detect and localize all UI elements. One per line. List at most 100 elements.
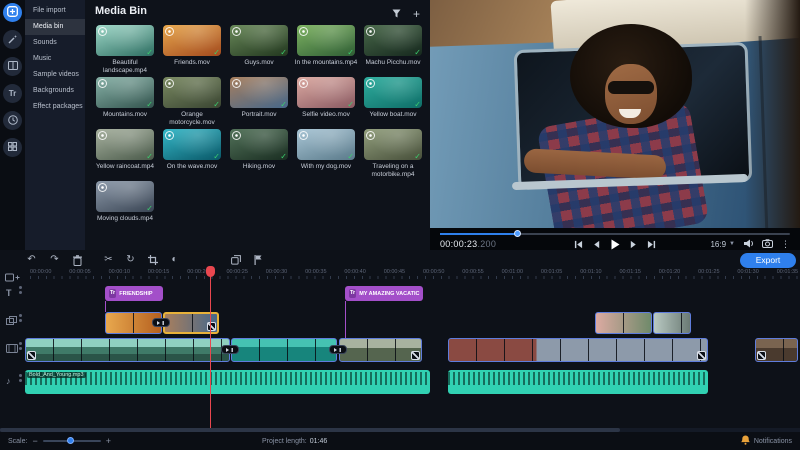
add-media-button[interactable]: +	[413, 8, 420, 20]
media-item[interactable]: ✓Yellow boat.mov	[361, 77, 425, 129]
media-thumbnail[interactable]: ✓	[230, 77, 288, 108]
no-transition-icon[interactable]	[27, 351, 36, 360]
scale-slider[interactable]	[43, 440, 101, 442]
color-adjustments-button[interactable]: ◐	[167, 253, 182, 267]
video-clip[interactable]	[231, 338, 337, 362]
seek-bar[interactable]	[440, 231, 790, 238]
scale-slider-knob[interactable]	[67, 437, 74, 444]
category-item-media-bin[interactable]: Media bin	[25, 19, 85, 35]
media-item[interactable]: ✓Beautiful landscape.mp4	[93, 25, 157, 77]
no-transition-icon[interactable]	[757, 351, 766, 360]
media-item[interactable]: ✓In the mountains.mp4	[294, 25, 358, 77]
transition-icon[interactable]	[152, 318, 170, 327]
media-item[interactable]: ✓Guys.mov	[227, 25, 291, 77]
media-item[interactable]: ✓Yellow raincoat.mp4	[93, 129, 157, 181]
media-thumbnail[interactable]: ✓	[96, 25, 154, 56]
more-tools-button[interactable]	[3, 138, 22, 157]
media-item[interactable]: ✓Friends.mov	[160, 25, 224, 77]
media-item[interactable]: ✓Orange motorcycle.mov	[160, 77, 224, 129]
preview-video[interactable]	[430, 0, 800, 228]
frame-back-button[interactable]	[592, 240, 601, 249]
export-button[interactable]: Export	[740, 253, 796, 268]
title-clip[interactable]: Tr MY AMAZING VACATIC	[345, 286, 423, 301]
cut-button[interactable]: ✂	[101, 253, 116, 267]
media-thumbnail[interactable]: ✓	[230, 25, 288, 56]
playhead-handle[interactable]	[206, 266, 215, 277]
skip-end-button[interactable]	[647, 240, 656, 249]
snapshot-button[interactable]	[762, 239, 773, 250]
undo-button[interactable]: ↶	[24, 253, 39, 267]
clock-tool-button[interactable]	[3, 111, 22, 130]
media-thumbnail[interactable]: ✓	[96, 77, 154, 108]
title-clip[interactable]: Tr FRIENDSHIP	[105, 286, 163, 301]
play-button[interactable]	[610, 239, 620, 250]
zoom-in-button[interactable]: +	[106, 436, 111, 446]
more-options-icon[interactable]: ⋮	[781, 239, 790, 250]
overlay-clip[interactable]	[653, 312, 691, 334]
media-thumbnail[interactable]: ✓	[230, 129, 288, 160]
delete-button[interactable]	[70, 253, 85, 267]
frame-forward-button[interactable]	[629, 240, 638, 249]
media-item[interactable]: ✓Portrait.mov	[227, 77, 291, 129]
notifications-button[interactable]: Notifications	[741, 435, 792, 447]
media-item[interactable]: ✓Mountains.mov	[93, 77, 157, 129]
media-thumbnail[interactable]: ✓	[364, 77, 422, 108]
volume-button[interactable]	[743, 239, 754, 250]
media-thumbnail[interactable]: ✓	[297, 129, 355, 160]
redo-button[interactable]: ↷	[47, 253, 62, 267]
media-item[interactable]: ✓Moving clouds.mp4	[93, 181, 157, 233]
media-thumbnail[interactable]: ✓	[163, 129, 221, 160]
crop-button[interactable]	[145, 253, 160, 267]
audio-track-toggles[interactable]	[19, 374, 22, 382]
video-clip[interactable]	[448, 338, 708, 362]
skip-start-button[interactable]	[574, 240, 583, 249]
media-thumbnail[interactable]: ✓	[364, 25, 422, 56]
category-item-backgrounds[interactable]: Backgrounds	[25, 83, 85, 99]
media-item[interactable]: ✓Hiking.mov	[227, 129, 291, 181]
media-item[interactable]: ✓Selfie video.mov	[294, 77, 358, 129]
copy-button[interactable]	[228, 253, 243, 267]
media-thumbnail[interactable]: ✓	[163, 77, 221, 108]
seek-knob[interactable]	[514, 230, 521, 237]
titles-button[interactable]: Tr	[3, 84, 22, 103]
video-clip[interactable]	[25, 338, 230, 362]
filter-icon[interactable]	[392, 5, 401, 23]
media-thumbnail[interactable]: ✓	[96, 181, 154, 212]
marker-button[interactable]	[250, 253, 265, 267]
no-transition-icon[interactable]	[411, 351, 420, 360]
media-thumbnail[interactable]: ✓	[163, 25, 221, 56]
media-item[interactable]: ✓Traveling on a motorbike.mp4	[361, 129, 425, 181]
timeline-ruler[interactable]: 00:00:0000:00:0500:00:1000:00:1500:00:20…	[0, 268, 800, 280]
titles-track-toggles[interactable]	[19, 286, 22, 294]
playhead-line[interactable]	[210, 268, 211, 428]
media-thumbnail[interactable]: ✓	[297, 77, 355, 108]
rotate-button[interactable]: ↻	[123, 253, 138, 267]
category-item-sounds[interactable]: Sounds	[25, 35, 85, 51]
video-track-toggles[interactable]	[19, 342, 22, 350]
zoom-out-button[interactable]: −	[32, 436, 37, 446]
clip-properties-button[interactable]	[189, 253, 204, 267]
overlay-track-toggles[interactable]	[19, 314, 22, 322]
no-transition-icon[interactable]	[207, 322, 216, 331]
media-thumbnail[interactable]: ✓	[96, 129, 154, 160]
media-item[interactable]: ✓With my dog.mov	[294, 129, 358, 181]
media-thumbnail[interactable]: ✓	[297, 25, 355, 56]
transition-icon[interactable]	[329, 345, 347, 354]
category-item-file-import[interactable]: File import	[25, 3, 85, 19]
no-transition-icon[interactable]	[697, 351, 706, 360]
category-item-effect-packages[interactable]: Effect packages	[25, 99, 85, 115]
audio-clip[interactable]: Bold_And_Young.mp3	[25, 370, 430, 394]
filters-button[interactable]	[3, 30, 22, 49]
import-button[interactable]	[3, 3, 22, 22]
category-item-sample-videos[interactable]: Sample videos	[25, 67, 85, 83]
aspect-ratio-select[interactable]: 16:9	[710, 240, 726, 249]
transitions-button[interactable]	[3, 57, 22, 76]
media-item[interactable]: ✓Machu Picchu.mov	[361, 25, 425, 77]
category-item-music[interactable]: Music	[25, 51, 85, 67]
media-item[interactable]: ✓On the wave.mov	[160, 129, 224, 181]
audio-clip[interactable]	[448, 370, 708, 394]
video-clip[interactable]	[755, 338, 798, 362]
overlay-clip[interactable]	[595, 312, 652, 334]
video-clip[interactable]	[339, 338, 422, 362]
media-thumbnail[interactable]: ✓	[364, 129, 422, 160]
